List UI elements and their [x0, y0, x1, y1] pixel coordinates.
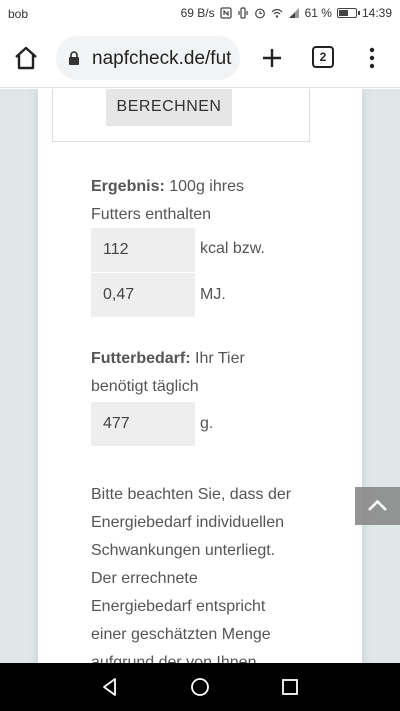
status-bar: bob 69 B/s 61 % 14:39 [0, 0, 400, 28]
notice-line: einer geschätzten Menge [91, 626, 271, 643]
notice-paragraph: Bitte beachten Sie, dass der Energiebeda… [91, 481, 321, 663]
back-triangle-icon[interactable] [100, 677, 120, 697]
notice-line: aufgrund der von Ihnen [91, 654, 257, 663]
result-text-2: Futters enthalten [91, 206, 212, 223]
carrier-label: bob [8, 7, 29, 21]
vibrate-icon [238, 7, 248, 19]
scroll-to-top-button[interactable] [355, 487, 400, 525]
grams-field[interactable] [91, 402, 195, 446]
wifi-icon [271, 8, 283, 18]
result-heading: Ergebnis: [91, 178, 165, 195]
mj-unit: MJ. [200, 286, 226, 303]
notice-line: Schwankungen unterliegt. [91, 542, 276, 559]
battery-icon [336, 8, 360, 18]
alarm-icon [254, 8, 265, 19]
battery-percent: 61 % [304, 6, 332, 20]
calculate-button[interactable]: BERECHNEN [106, 89, 232, 126]
need-text-2: benötigt täglich [91, 378, 199, 395]
home-icon[interactable] [12, 44, 40, 72]
navigation-bar [0, 663, 400, 711]
url-text: napfcheck.de/fut [92, 48, 232, 69]
web-page: BERECHNEN Ergebnis: 100g ihres Futters e… [0, 89, 400, 663]
tab-switcher-button[interactable]: 2 [312, 46, 334, 68]
new-tab-plus-icon[interactable] [258, 44, 286, 72]
status-indicators: 69 B/s 61 % 14:39 [181, 6, 392, 20]
signal-icon [288, 8, 299, 18]
chevron-up-icon [368, 499, 387, 511]
notice-line: Energiebedarf entspricht [91, 598, 266, 615]
nfc-icon [219, 7, 232, 19]
browser-toolbar: napfcheck.de/fut 2 [0, 28, 400, 88]
mj-field[interactable] [91, 273, 195, 317]
circle-home-icon[interactable] [190, 677, 210, 697]
lock-icon [69, 51, 79, 65]
need-heading: Futterbedarf: [91, 350, 191, 367]
result-paragraph: Ergebnis: 100g ihres Futters enthalten [91, 173, 341, 229]
address-bar[interactable]: napfcheck.de/fut [56, 36, 240, 80]
battery-fill [338, 10, 348, 16]
notice-line: Der errechnete [91, 570, 198, 587]
grams-unit: g. [200, 415, 214, 432]
clock: 14:39 [361, 6, 392, 20]
need-paragraph: Futterbedarf: Ihr Tier benötigt täglich [91, 345, 341, 401]
kcal-unit: kcal bzw. [200, 240, 265, 257]
network-speed: 69 B/s [180, 6, 215, 20]
need-text: Ihr Tier [190, 350, 245, 367]
more-vert-icon[interactable] [364, 44, 380, 72]
notice-line: Bitte beachten Sie, dass der [91, 486, 292, 503]
notice-line: Energiebedarf individuellen [91, 514, 285, 531]
result-text: 100g ihres [164, 178, 244, 195]
kcal-field[interactable] [91, 228, 195, 272]
square-recents-icon[interactable] [280, 677, 300, 697]
